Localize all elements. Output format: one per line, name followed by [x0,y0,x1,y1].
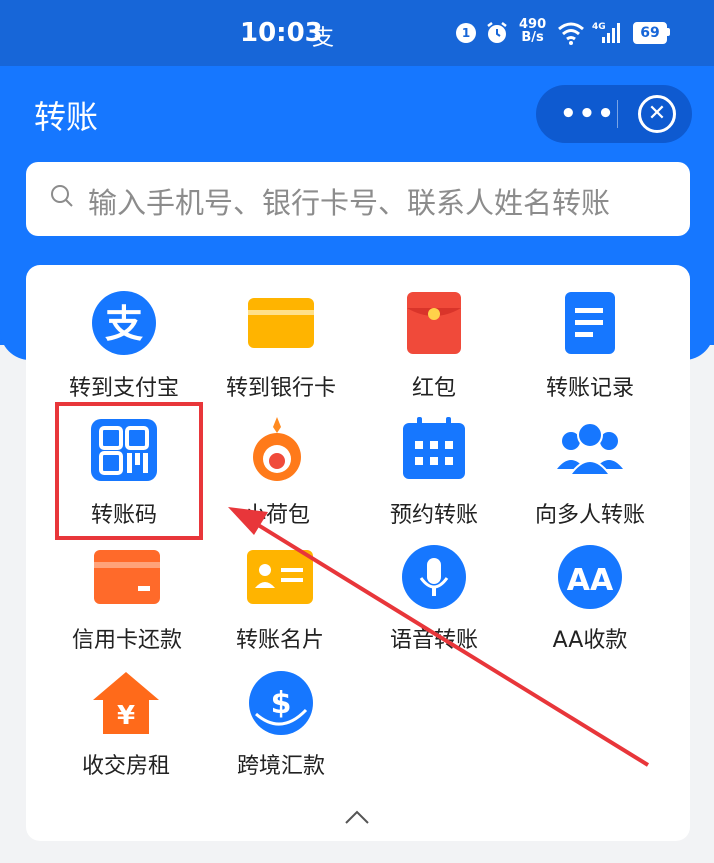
annotation-arrow [228,507,650,767]
